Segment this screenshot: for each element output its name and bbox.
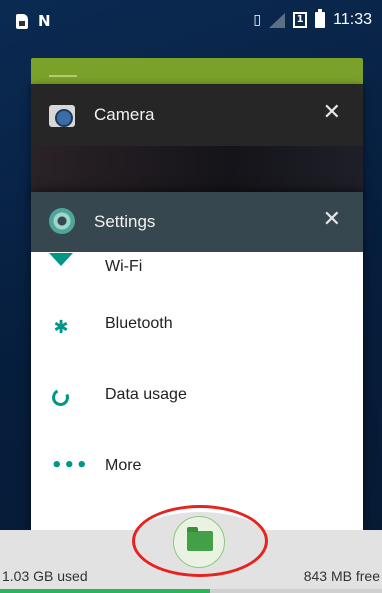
camera-close-icon[interactable]: ✕ [323, 100, 341, 125]
settings-card-title: Settings [94, 212, 156, 231]
storage-progress-fill [0, 589, 211, 593]
recent-app-card-camera[interactable]: Camera ✕ [31, 84, 363, 196]
bluetooth-icon: ✱ [53, 317, 69, 338]
battery-icon [315, 9, 326, 28]
settings-item-label: More [105, 457, 142, 474]
sim-card-icon [16, 13, 28, 29]
wifi-icon [49, 253, 73, 266]
settings-item-label: Bluetooth [105, 315, 173, 332]
highlight-annotation-circle [132, 505, 268, 577]
clock: 11:33 [333, 11, 372, 28]
camera-card-title: Camera [94, 105, 155, 124]
camera-icon [49, 105, 75, 127]
vibrate-icon: ▯ [253, 12, 262, 28]
status-bar: N ▯ 1 11:33 [0, 0, 382, 40]
recents-screen: N ▯ 1 11:33 Camera ✕ Settings ✕ Wi-Fi ✱ … [0, 0, 382, 593]
storage-progress-track [0, 589, 382, 593]
settings-list: Wi-Fi ✱ Bluetooth Data usage ••• More [31, 252, 363, 506]
gear-icon [49, 208, 75, 234]
settings-item-bluetooth[interactable]: ✱ Bluetooth [31, 293, 363, 364]
signal-icon [269, 12, 286, 28]
sim1-icon: 1 [293, 12, 308, 28]
storage-used-label: 1.03 GB used [2, 568, 88, 584]
settings-item-more[interactable]: ••• More [31, 435, 363, 506]
camera-card-header: Camera ✕ [31, 84, 363, 146]
settings-card-header: Settings ✕ [31, 192, 363, 252]
storage-free-label: 843 MB free [303, 568, 380, 584]
more-icon: ••• [51, 455, 89, 476]
settings-item-data-usage[interactable]: Data usage [31, 364, 363, 435]
camera-preview [31, 146, 363, 196]
data-usage-icon [49, 386, 72, 409]
settings-item-label: Wi-Fi [105, 258, 143, 275]
settings-item-label: Data usage [105, 386, 187, 403]
settings-item-wifi[interactable]: Wi-Fi [31, 252, 363, 293]
n-icon: N [38, 12, 51, 30]
recent-app-card-settings[interactable]: Settings ✕ Wi-Fi ✱ Bluetooth Data usage … [31, 192, 363, 532]
settings-close-icon[interactable]: ✕ [323, 207, 341, 232]
